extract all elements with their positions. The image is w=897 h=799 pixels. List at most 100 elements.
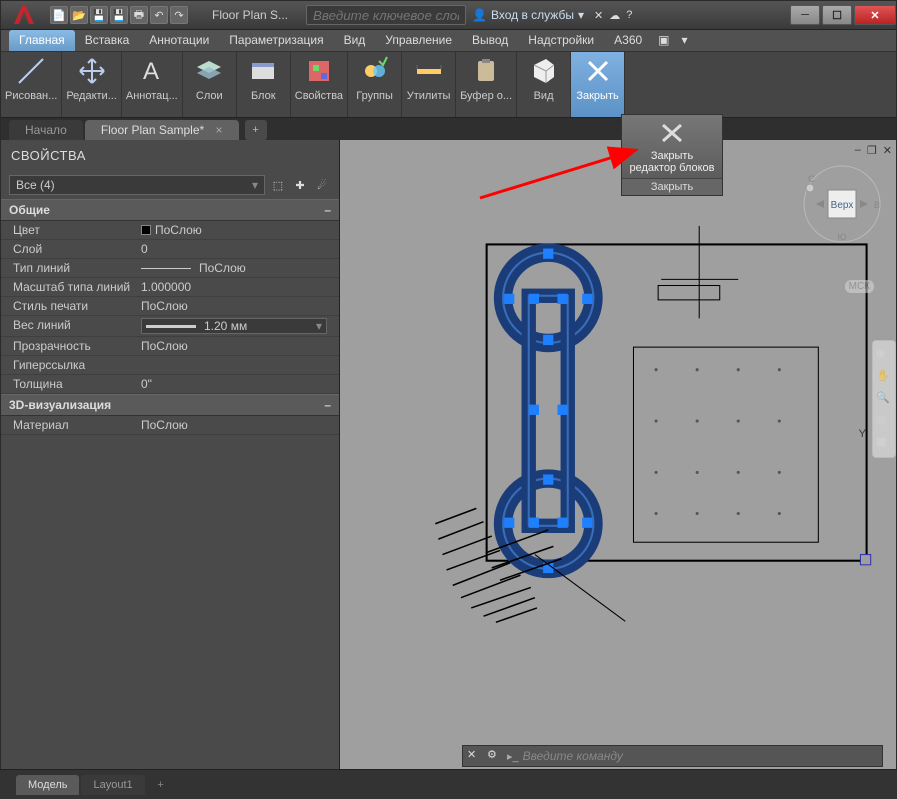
selection-dropdown[interactable]: Все (4) ▾ <box>9 175 265 195</box>
exchange-icon[interactable]: ✕ <box>594 9 603 22</box>
tab-new-button[interactable]: + <box>245 120 267 140</box>
tab-addins[interactable]: Надстройки <box>518 30 604 51</box>
command-line[interactable]: ✕ ⚙ ▸_ Введите команду <box>462 745 883 767</box>
customize-cmd-icon[interactable]: ⚙ <box>487 748 503 764</box>
collapse-icon[interactable]: – <box>324 398 331 412</box>
panel-draw[interactable]: Рисован... <box>1 52 62 117</box>
tab-home[interactable]: Главная <box>9 30 75 51</box>
saveas-icon[interactable]: 💾 <box>110 6 128 24</box>
document-title: Floor Plan S... <box>212 8 288 22</box>
prop-lineweight: Вес линий1.20 мм▾ <box>1 316 339 337</box>
selectobj-icon[interactable]: ☄ <box>313 176 331 194</box>
prop-transparency: ПрозрачностьПоСлою <box>1 337 339 356</box>
chevron-down-icon: ▾ <box>252 178 258 192</box>
tab-close-icon[interactable]: × <box>216 123 223 137</box>
redo-icon[interactable]: ↷ <box>170 6 188 24</box>
svg-text:C: C <box>808 174 815 184</box>
help-icon[interactable]: ? <box>626 9 632 21</box>
tab-layout1[interactable]: Layout1 <box>81 775 144 795</box>
coordinate-system-badge[interactable]: МСК <box>845 280 874 293</box>
tab-manage[interactable]: Управление <box>375 30 462 51</box>
line-preview <box>146 325 196 328</box>
minimize-button[interactable]: ─ <box>790 5 820 25</box>
group-general[interactable]: Общие– <box>1 199 339 221</box>
selection-label: Все (4) <box>16 178 55 192</box>
title-icons: ✕ ☁ ? <box>584 9 642 22</box>
quickselect-icon[interactable]: ⬚ <box>269 176 287 194</box>
quick-access-toolbar: 📄 📂 💾 💾 🖶 ↶ ↷ <box>46 6 192 24</box>
viewcube[interactable]: Верх Ю C В <box>802 164 882 244</box>
titlebar: 📄 📂 💾 💾 🖶 ↶ ↷ Floor Plan S... 👤 Вход в с… <box>1 1 896 30</box>
tab-output[interactable]: Вывод <box>462 30 518 51</box>
ribbon-tabs: Главная Вставка Аннотации Параметризация… <box>1 30 896 52</box>
orbit-icon[interactable]: ◎ <box>876 413 892 429</box>
pan-icon[interactable]: ✋ <box>876 369 892 385</box>
save-icon[interactable]: 💾 <box>90 6 108 24</box>
close-cmd-icon[interactable]: ✕ <box>467 748 483 764</box>
ribbon-chevron-icon[interactable]: ▾ <box>676 30 694 51</box>
panel-block[interactable]: Блок <box>237 52 291 117</box>
properties-palette: СВОЙСТВА Все (4) ▾ ⬚ ✚ ☄ Общие– ЦветПоСл… <box>1 140 340 774</box>
app-logo[interactable] <box>1 1 46 30</box>
layout-tabs: Модель Layout1 + <box>0 769 897 799</box>
collapse-icon[interactable]: – <box>324 203 331 217</box>
tab-a360[interactable]: A360 <box>604 30 652 51</box>
svg-text:Ю: Ю <box>837 232 846 242</box>
showmotion-icon[interactable]: ▦ <box>876 435 892 451</box>
prop-plotstyle: Стиль печатиПоСлою <box>1 297 339 316</box>
prop-thickness: Толщина0" <box>1 375 339 394</box>
tab-model[interactable]: Модель <box>16 775 79 795</box>
maximize-button[interactable]: ☐ <box>822 5 852 25</box>
open-icon[interactable]: 📂 <box>70 6 88 24</box>
svg-text:A: A <box>143 58 159 85</box>
group-3dviz[interactable]: 3D-визуализация– <box>1 394 339 416</box>
color-swatch <box>141 225 151 235</box>
user-icon: 👤 <box>472 8 487 22</box>
panel-close[interactable]: Закрыть <box>571 52 625 117</box>
panel-properties[interactable]: Свойства <box>291 52 348 117</box>
ribbon: Рисован... Редакти... AАннотац... Слои Б… <box>1 52 896 118</box>
tab-annotate[interactable]: Аннотации <box>139 30 219 51</box>
workspace: СВОЙСТВА Все (4) ▾ ⬚ ✚ ☄ Общие– ЦветПоСл… <box>1 140 896 774</box>
svg-text:Верх: Верх <box>831 200 854 211</box>
tab-active-doc[interactable]: Floor Plan Sample* × <box>85 120 239 140</box>
prop-layer: Слой0 <box>1 240 339 259</box>
chevron-down-icon: ▾ <box>316 319 322 333</box>
window-controls: ─ ☐ ✕ <box>788 5 896 25</box>
featured-apps-icon[interactable]: ▣ <box>652 30 675 51</box>
panel-clipboard[interactable]: Буфер о... <box>456 52 517 117</box>
tab-view[interactable]: Вид <box>334 30 376 51</box>
close-button[interactable]: ✕ <box>854 5 896 25</box>
panel-layers[interactable]: Слои <box>183 52 237 117</box>
signin-button[interactable]: 👤 Вход в службы ▾ <box>472 8 584 22</box>
fullnav-icon[interactable]: ⊕ <box>876 347 892 363</box>
tab-insert[interactable]: Вставка <box>75 30 140 51</box>
signin-label: Вход в службы <box>491 8 574 22</box>
panel-utilities[interactable]: Утилиты <box>402 52 456 117</box>
tab-parametric[interactable]: Параметризация <box>219 30 333 51</box>
command-input[interactable]: Введите команду <box>523 749 878 763</box>
prop-material: МатериалПоСлою <box>1 416 339 435</box>
undo-icon[interactable]: ↶ <box>150 6 168 24</box>
add-layout-button[interactable]: + <box>151 776 171 794</box>
prop-hyperlink: Гиперссылка <box>1 356 339 375</box>
new-icon[interactable]: 📄 <box>50 6 68 24</box>
svg-text:В: В <box>874 200 880 210</box>
print-icon[interactable]: 🖶 <box>130 6 148 24</box>
zoom-icon[interactable]: 🔍 <box>876 391 892 407</box>
search-input[interactable] <box>306 5 466 25</box>
panel-groups[interactable]: Группы <box>348 52 402 117</box>
cloud-icon[interactable]: ☁ <box>609 9 620 22</box>
document-tabs: Начало Floor Plan Sample* × + <box>1 118 896 140</box>
drawing-canvas[interactable]: – ❐ ✕ <box>340 140 896 774</box>
palette-title: СВОЙСТВА <box>1 140 339 171</box>
doc-close-icon[interactable]: ✕ <box>883 144 892 157</box>
panel-view[interactable]: Вид <box>517 52 571 117</box>
tab-start[interactable]: Начало <box>9 120 83 140</box>
tab-active-label: Floor Plan Sample* <box>101 123 204 137</box>
prop-color: ЦветПоСлою <box>1 221 339 240</box>
pickadd-icon[interactable]: ✚ <box>291 176 309 194</box>
navigation-bar: ⊕ ✋ 🔍 ◎ ▦ <box>872 340 896 458</box>
panel-modify[interactable]: Редакти... <box>62 52 122 117</box>
panel-annotate[interactable]: AАннотац... <box>122 52 183 117</box>
